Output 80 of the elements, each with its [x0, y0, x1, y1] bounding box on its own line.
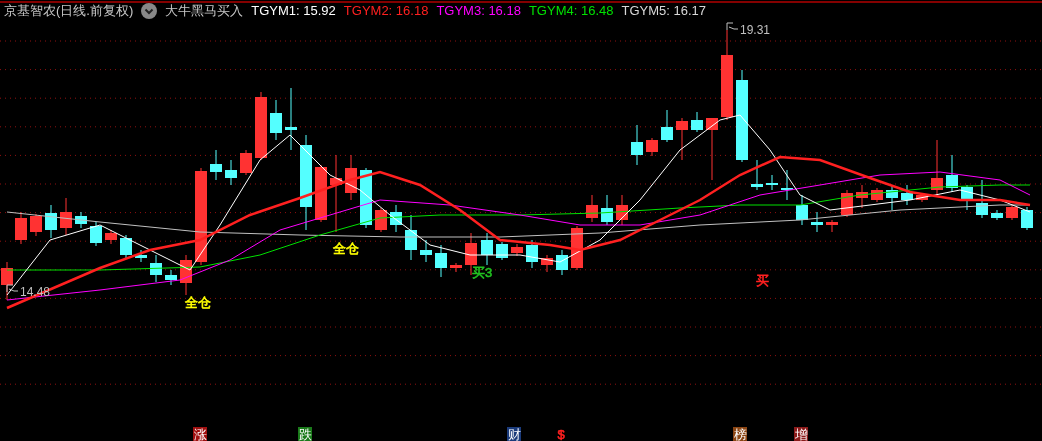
candlestick	[90, 221, 102, 247]
stock-title: 京基智农(日线.前复权)	[4, 2, 134, 21]
candlestick	[255, 91, 267, 161]
signal-label: 买	[755, 273, 769, 288]
candlestick	[75, 211, 87, 229]
candlestick	[45, 204, 57, 239]
signal-label: 全仓	[333, 241, 359, 256]
candlestick	[991, 209, 1003, 221]
candlestick	[375, 207, 387, 233]
candlestick	[30, 213, 42, 237]
indicator-value: TGYM3: 16.18	[436, 2, 521, 21]
candlestick	[766, 174, 778, 191]
candlestick	[691, 111, 703, 133]
candlestick	[1006, 204, 1018, 221]
candlestick	[946, 154, 958, 193]
candlestick	[511, 243, 523, 257]
candlestick	[240, 149, 252, 176]
dropdown-icon[interactable]	[141, 3, 158, 19]
candlestick	[210, 149, 222, 181]
news-badge[interactable]: 财	[507, 427, 521, 441]
candlestick	[180, 254, 192, 296]
candlestick	[796, 194, 808, 226]
candlestick	[345, 154, 357, 201]
candlestick	[135, 249, 147, 263]
candlestick	[826, 219, 838, 233]
candlestick	[315, 164, 327, 223]
candlestick	[676, 117, 688, 161]
candlestick	[120, 234, 132, 259]
candlestick	[916, 192, 928, 203]
news-badge[interactable]: 增	[794, 427, 808, 441]
indicator-value: TGYM2: 16.18	[343, 2, 429, 21]
candlestick	[556, 249, 568, 276]
candlestick	[586, 194, 598, 223]
candlestick	[1, 261, 13, 301]
signal-label: 全仓	[185, 295, 211, 310]
candlestick	[225, 159, 237, 186]
candlestick	[481, 232, 493, 266]
candlestick	[390, 204, 402, 233]
indicator-value: TGYM1: 15.92	[251, 2, 336, 21]
candlestick	[105, 229, 117, 245]
candlestick	[661, 109, 673, 143]
candlestick	[15, 211, 27, 245]
formula-name: 大牛黑马买入	[165, 2, 244, 21]
pointer-icon	[726, 22, 739, 31]
news-badge[interactable]: 榜	[733, 427, 747, 441]
candlestick	[886, 184, 898, 211]
candlestick	[601, 194, 613, 226]
candlestick	[811, 211, 823, 233]
candlestick	[976, 179, 988, 219]
candlestick	[285, 87, 297, 151]
news-badge[interactable]: 涨	[193, 427, 207, 441]
candlestick	[526, 239, 538, 269]
candlestick	[706, 117, 718, 181]
candlestick	[420, 239, 432, 263]
indicator-value: TGYM5: 16.17	[621, 2, 706, 21]
candlestick	[541, 254, 553, 273]
candlestick	[901, 184, 913, 206]
candlestick	[616, 194, 628, 226]
candlestick	[646, 137, 658, 157]
candlestick	[856, 184, 868, 209]
candlestick	[631, 124, 643, 166]
signal-label: 买3	[471, 265, 493, 280]
candlestick	[165, 269, 177, 286]
candlestick	[405, 214, 417, 261]
candlestick	[781, 169, 793, 201]
high-price-label: 19.31	[740, 23, 771, 37]
news-badge[interactable]: $	[557, 427, 565, 441]
candlestick	[450, 262, 462, 273]
candlestick	[270, 99, 282, 141]
pointer-icon	[6, 284, 19, 293]
news-badge[interactable]: 跌	[298, 427, 312, 441]
candlestick	[150, 254, 162, 283]
candlestick	[60, 197, 72, 236]
candlestick	[931, 139, 943, 196]
candlestick	[435, 244, 447, 278]
candlestick	[961, 184, 973, 211]
candlestick	[751, 159, 763, 191]
candlestick	[1021, 206, 1033, 231]
indicator-value: TGYM4: 16.48	[528, 2, 614, 21]
candlestick	[871, 187, 883, 203]
